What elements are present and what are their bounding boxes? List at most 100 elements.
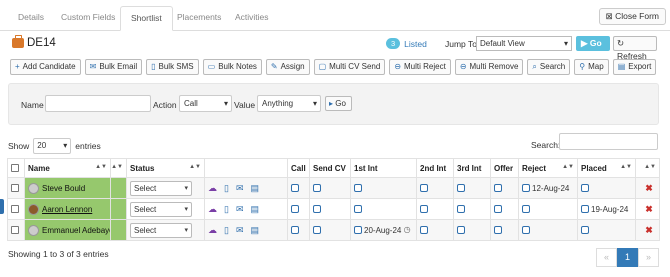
mobile-icon[interactable]: ▯ [224,204,229,215]
name-filter-input[interactable] [45,95,151,112]
clock-icon[interactable]: ◷ [404,225,411,234]
envelope-icon[interactable]: ✉ [236,183,244,194]
placed-checkbox[interactable] [581,184,589,193]
multi-cv-send-button[interactable]: ▢ Multi CV Send [313,59,386,75]
bulk-sms-button[interactable]: ▯ Bulk SMS [146,59,199,75]
page-length-select[interactable]: 20 ▾ [33,138,72,154]
status-select[interactable]: Select [130,201,192,217]
next-page-button[interactable]: » [638,248,659,267]
value-filter-select[interactable]: Anything ▾ [257,95,321,112]
play-icon: ▶ [581,38,588,48]
filter-go-button[interactable]: ▸ Go [325,96,352,111]
int2-checkbox[interactable] [420,205,428,214]
row-select-cell [7,177,25,199]
jump-go-button[interactable]: ▶ Go [576,36,610,51]
close-form-button[interactable]: ⊠ Close Form [598,8,666,25]
candidate-name-cell[interactable]: Steve Bould [24,177,111,199]
select-all-checkbox[interactable] [11,164,19,173]
candidate-name-cell[interactable]: Emmanuel Adebayor [24,219,111,241]
sort-icon: ▲▼ [111,164,124,170]
tab-activities[interactable]: Activities [225,6,279,31]
bulk-notes-button[interactable]: ▭ Bulk Notes [202,59,262,75]
multi-remove-button[interactable]: ⊖ Multi Remove [454,59,524,75]
placed-checkbox[interactable] [581,226,589,235]
reject-checkbox[interactable] [522,226,530,235]
candidate-name[interactable]: Emmanuel Adebayor [42,226,110,235]
tab-shortlist[interactable]: Shortlist [120,6,173,31]
close-form-label: Close Form [615,11,659,21]
column-header-status[interactable]: Status ▲▼ [126,158,205,178]
document-icon[interactable]: ▤ [251,204,260,215]
call-checkbox[interactable] [291,205,299,214]
placed-checkbox[interactable] [581,205,589,214]
int3-checkbox[interactable] [457,226,465,235]
page-1-button[interactable]: 1 [617,248,638,267]
row-checkbox[interactable] [11,205,19,214]
candidate-name-cell[interactable]: Aaron Lennon [24,198,111,220]
network-icon[interactable]: ☁ [208,204,217,215]
row-checkbox[interactable] [11,226,19,235]
int2-checkbox[interactable] [420,184,428,193]
column-header-2nd-int[interactable]: 2nd Int [416,158,454,178]
refresh-button[interactable]: ↻ Refresh [613,36,657,61]
offer-checkbox[interactable] [494,226,502,235]
offer-checkbox[interactable] [494,205,502,214]
row-checkbox[interactable] [11,184,19,193]
column-header-call[interactable]: Call [287,158,310,178]
column-header-3rd-int[interactable]: 3rd Int [453,158,491,178]
jump-to-select[interactable]: Default View ▾ [476,36,572,51]
map-button[interactable]: ⚲ Map [574,59,609,75]
reject-checkbox[interactable] [522,205,530,214]
bulk-email-button[interactable]: ✉ Bulk Email [84,59,143,75]
tab-placements[interactable]: Placements [167,6,231,31]
call-checkbox[interactable] [291,226,299,235]
reject-checkbox[interactable] [522,184,530,193]
export-button[interactable]: ▤ Export [612,59,657,75]
delete-icon[interactable]: ✖ [645,204,653,214]
assign-button[interactable]: ✎ Assign [265,59,310,75]
sidebar-toggle-handle[interactable] [0,199,4,214]
delete-icon[interactable]: ✖ [645,225,653,235]
mobile-icon[interactable]: ▯ [224,225,229,236]
previous-page-button[interactable]: « [596,248,617,267]
network-icon[interactable]: ☁ [208,225,217,236]
send-cv-checkbox[interactable] [313,205,321,214]
send-cv-checkbox[interactable] [313,226,321,235]
status-select[interactable]: Select [130,222,192,238]
offer-checkbox[interactable] [494,184,502,193]
candidate-name[interactable]: Aaron Lennon [42,205,92,214]
int1-checkbox[interactable] [354,226,362,235]
column-header-name[interactable]: Name ▲▼ [24,158,111,178]
candidate-name[interactable]: Steve Bould [42,184,85,193]
int3-checkbox[interactable] [457,205,465,214]
search-button[interactable]: ⌕ Search [527,59,571,75]
table-search-input[interactable] [559,133,658,150]
add-candidate-button[interactable]: + Add Candidate [10,59,81,75]
int1-checkbox[interactable] [354,205,362,214]
call-checkbox[interactable] [291,184,299,193]
document-icon[interactable]: ▤ [251,183,260,194]
envelope-icon[interactable]: ✉ [236,225,244,236]
add-candidate-label: Add Candidate [22,62,76,71]
multi-reject-button[interactable]: ⊖ Multi Reject [389,59,451,75]
column-header-1st-int[interactable]: 1st Int [350,158,417,178]
network-icon[interactable]: ☁ [208,183,217,194]
mobile-icon[interactable]: ▯ [224,183,229,194]
document-icon[interactable]: ▤ [251,225,260,236]
tab-details[interactable]: Details [8,6,54,31]
delete-icon[interactable]: ✖ [645,183,653,193]
int3-checkbox[interactable] [457,184,465,193]
send-cv-checkbox[interactable] [313,184,321,193]
int2-checkbox[interactable] [420,226,428,235]
column-header-send-cv[interactable]: Send CV [309,158,351,178]
table-info: Showing 1 to 3 of 3 entries [8,249,109,259]
column-header-placed[interactable]: Placed ▲▼ [577,158,636,178]
tab-custom-fields[interactable]: Custom Fields [51,6,125,31]
action-filter-select[interactable]: Call ▾ [179,95,232,112]
envelope-icon[interactable]: ✉ [236,204,244,215]
column-header-reject[interactable]: Reject ▲▼ [518,158,578,178]
column-header-offer[interactable]: Offer [490,158,519,178]
int1-checkbox[interactable] [354,184,362,193]
column-header-flag[interactable]: ▲▼ [110,158,127,178]
status-select[interactable]: Select [130,180,192,196]
